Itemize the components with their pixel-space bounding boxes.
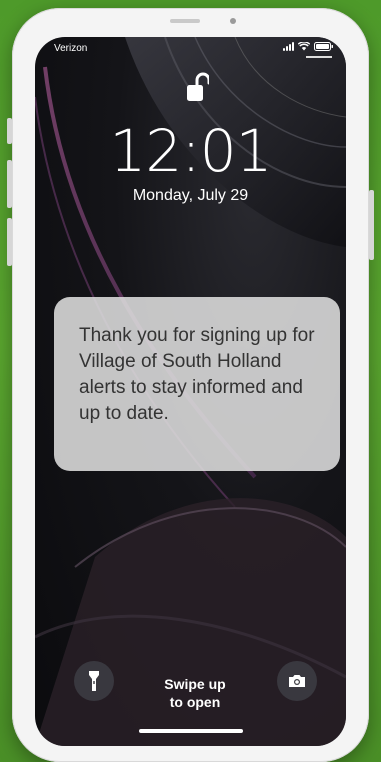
mute-switch xyxy=(7,118,12,144)
lock-screen-time: 12:01 xyxy=(109,117,272,185)
earpiece-speaker xyxy=(170,19,200,23)
swipe-up-hint: Swipe up to open xyxy=(130,675,260,711)
notification-message: Thank you for signing up for Village of … xyxy=(79,325,315,424)
unlocked-padlock-icon xyxy=(187,72,209,101)
lock-screen: Verizon 12:01 Monday, July 29 Thank you … xyxy=(35,37,346,746)
status-bar: Verizon xyxy=(35,37,346,59)
notification-card[interactable]: Thank you for signing up for Village of … xyxy=(54,297,340,471)
flashlight-button[interactable] xyxy=(74,661,114,701)
status-icons xyxy=(283,42,334,51)
front-camera xyxy=(230,18,236,24)
power-button xyxy=(369,190,374,260)
battery-icon xyxy=(314,42,333,51)
camera-button[interactable] xyxy=(277,661,317,701)
swipe-line-1: Swipe up xyxy=(164,676,226,692)
swipe-line-2: to open xyxy=(169,694,221,710)
flashlight-icon xyxy=(89,671,99,691)
carrier-label: Verizon xyxy=(54,43,88,54)
volume-up-button xyxy=(7,160,12,208)
lock-screen-date: Monday, July 29 xyxy=(132,187,249,204)
volume-down-button xyxy=(7,218,12,266)
home-indicator[interactable] xyxy=(139,729,243,733)
control-center-indicator xyxy=(306,56,332,58)
wifi-icon xyxy=(298,42,310,51)
camera-icon xyxy=(289,675,305,687)
cellular-signal-icon xyxy=(283,42,294,51)
